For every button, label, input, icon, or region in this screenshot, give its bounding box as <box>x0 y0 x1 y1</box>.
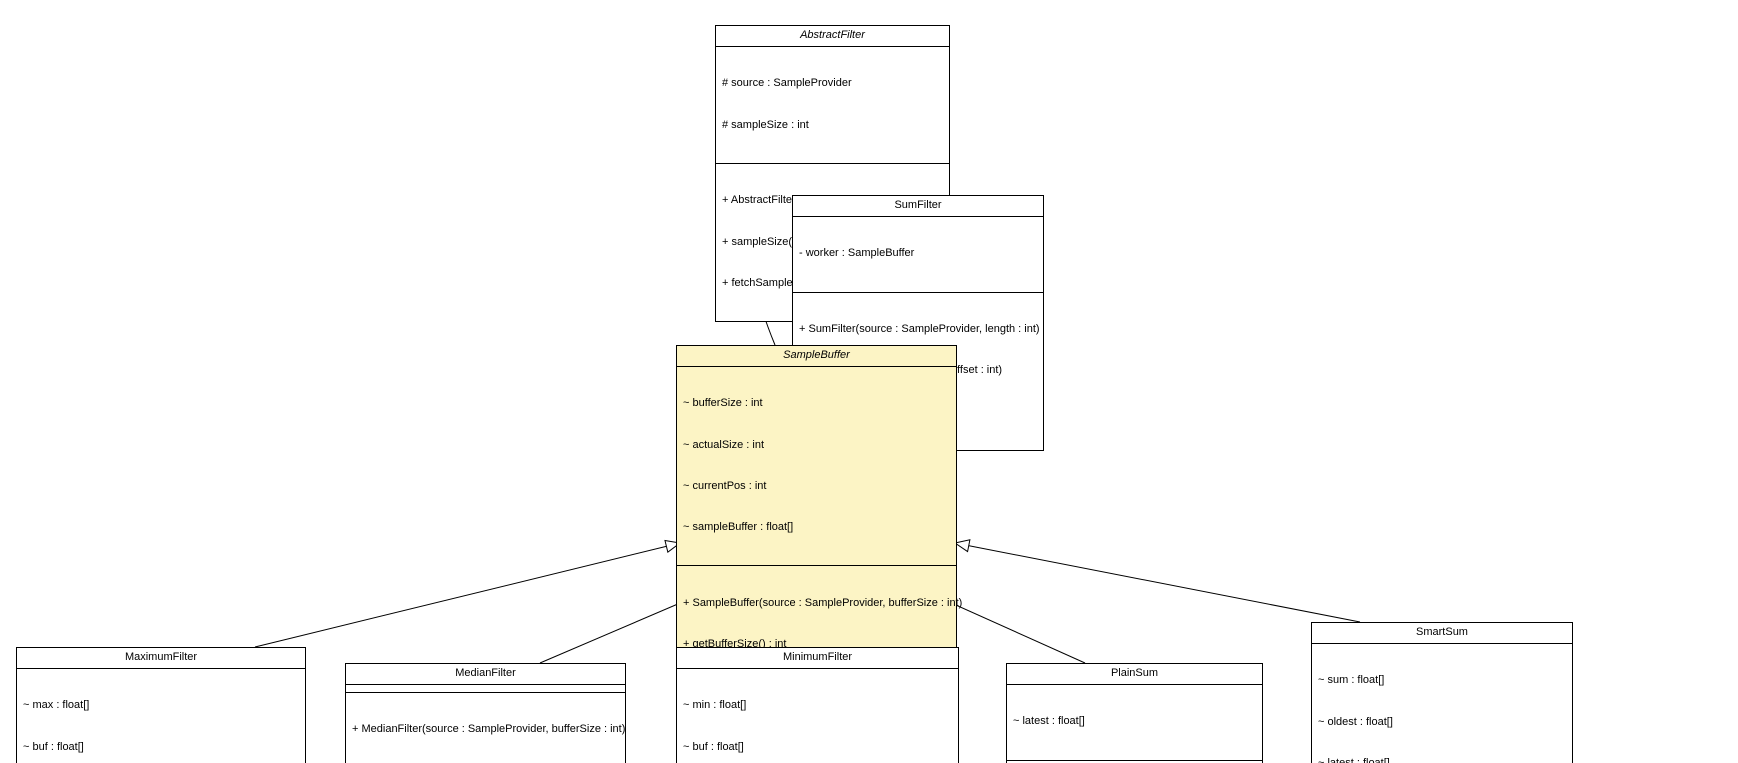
class-attributes: ~ bufferSize : int ~ actualSize : int ~ … <box>677 367 956 567</box>
class-PlainSum: PlainSum ~ latest : float[] - PlainSum(s… <box>1006 663 1263 763</box>
class-operations: + MedianFilter(source : SampleProvider, … <box>346 693 625 763</box>
class-attributes <box>346 685 625 693</box>
class-title: MinimumFilter <box>677 648 958 669</box>
class-title: SmartSum <box>1312 623 1572 644</box>
class-attributes: ~ sum : float[] ~ oldest : float[] ~ lat… <box>1312 644 1572 763</box>
class-attributes: - worker : SampleBuffer <box>793 217 1043 293</box>
class-title: SumFilter <box>793 196 1043 217</box>
class-attributes: ~ max : float[] ~ buf : float[] ~ oldest… <box>17 669 305 763</box>
class-attributes: ~ min : float[] ~ buf : float[] ~ oldest… <box>677 669 958 763</box>
class-attributes: ~ latest : float[] <box>1007 685 1262 761</box>
class-title: MedianFilter <box>346 664 625 685</box>
class-MaximumFilter: MaximumFilter ~ max : float[] ~ buf : fl… <box>16 647 306 763</box>
class-title: AbstractFilter <box>716 26 949 47</box>
class-attributes: # source : SampleProvider # sampleSize :… <box>716 47 949 164</box>
class-title: MaximumFilter <box>17 648 305 669</box>
class-title: SampleBuffer <box>677 346 956 367</box>
class-SmartSum: SmartSum ~ sum : float[] ~ oldest : floa… <box>1311 622 1573 763</box>
class-title: PlainSum <box>1007 664 1262 685</box>
class-MedianFilter: MedianFilter + MedianFilter(source : Sam… <box>345 663 626 763</box>
class-MinimumFilter: MinimumFilter ~ min : float[] ~ buf : fl… <box>676 647 959 763</box>
